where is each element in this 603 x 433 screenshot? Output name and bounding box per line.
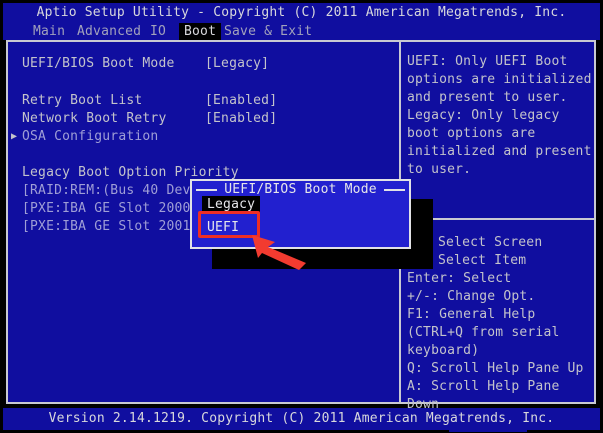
legend-select-screen: Select Screen xyxy=(438,235,543,250)
help-line: boot options are xyxy=(407,126,536,141)
key-legend: Select Screen Select Item Enter: Select … xyxy=(407,234,599,432)
option-network-boot-retry-value[interactable]: [Enabled] xyxy=(205,110,277,128)
version-bar: Version 2.14.1219. Copyright (C) 2011 Am… xyxy=(3,408,600,430)
help-line: initialized and present xyxy=(407,144,592,159)
tab-save-exit[interactable]: Save & Exit xyxy=(224,23,312,41)
option-retry-boot-list-value[interactable]: [Enabled] xyxy=(205,92,277,110)
popup-title-dash xyxy=(383,189,406,191)
legend-general-help: F1: General Help xyxy=(407,307,536,322)
tab-io[interactable]: IO xyxy=(150,23,166,41)
help-line: Legacy: Only legacy xyxy=(407,108,560,123)
submenu-arrow-icon: ▶ xyxy=(11,131,18,142)
app-title: Aptio Setup Utility - Copyright (C) 2011… xyxy=(36,5,567,20)
tab-main[interactable]: Main xyxy=(33,23,65,41)
help-line: to user. xyxy=(407,162,472,177)
tab-boot-active[interactable]: Boot xyxy=(179,23,222,41)
legend-ctrl-q-note: (CTRL+Q from serial xyxy=(407,325,560,340)
submenu-osa-configuration[interactable]: OSA Configuration xyxy=(22,128,158,146)
option-uefi-bios-boot-mode-value[interactable]: [Legacy] xyxy=(205,55,269,73)
boot-entry-raid[interactable]: [RAID:REM:(Bus 40 Dev xyxy=(22,182,191,200)
annotation-arrow-icon xyxy=(252,235,306,270)
option-network-boot-retry-label[interactable]: Network Boot Retry xyxy=(22,110,166,128)
boot-entry-pxe-2000[interactable]: [PXE:IBA GE Slot 2000 xyxy=(22,200,191,218)
tab-advanced[interactable]: Advanced xyxy=(77,23,141,41)
help-pane: UEFI: Only UEFI Boot options are initial… xyxy=(407,53,595,179)
help-line: UEFI: Only UEFI Boot xyxy=(407,54,568,69)
legend-keyboard-note: keyboard) xyxy=(407,343,480,358)
title-menu-bar: Aptio Setup Utility - Copyright (C) 2011… xyxy=(3,3,600,41)
legend-change-opt: +/-: Change Opt. xyxy=(407,289,536,304)
bios-setup-screen: Aptio Setup Utility - Copyright (C) 2011… xyxy=(0,0,603,433)
option-retry-boot-list-label[interactable]: Retry Boot List xyxy=(22,92,142,110)
legend-select-item: Select Item xyxy=(438,253,527,268)
legend-enter-select: Enter: Select xyxy=(407,271,512,286)
option-uefi-bios-boot-mode-label[interactable]: UEFI/BIOS Boot Mode xyxy=(22,55,175,73)
popup-title-dash xyxy=(196,189,218,191)
legend-scroll-up: Q: Scroll Help Pane Up xyxy=(407,361,584,376)
help-line: options are initialized xyxy=(407,72,592,87)
boot-entry-pxe-2001[interactable]: [PXE:IBA GE Slot 2001 xyxy=(22,218,191,236)
help-line: and present to user. xyxy=(407,90,568,105)
